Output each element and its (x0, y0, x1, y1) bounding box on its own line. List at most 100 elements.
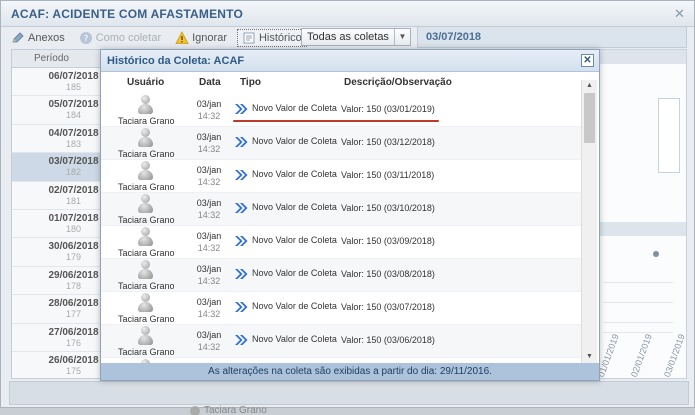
user-avatar-icon (137, 128, 153, 148)
double-chevron-right-icon (235, 236, 248, 246)
chart-gridline (603, 282, 673, 283)
row-time: 14:32 (197, 111, 221, 121)
ignorar-button[interactable]: Ignorar (171, 29, 231, 47)
period-number: 181 (65, 195, 82, 206)
row-tipo: Novo Valor de Coleta (252, 169, 337, 179)
behind-user: Taciara Grano (190, 405, 267, 415)
period-date: 04/07/2018 (48, 127, 99, 139)
period-row[interactable]: 03/07/2018 182 (12, 153, 105, 182)
period-date: 02/07/2018 (48, 184, 99, 196)
period-number: 176 (65, 337, 82, 348)
double-chevron-right-icon (235, 335, 248, 345)
row-day: 03/jan (196, 297, 222, 307)
outer-footer (9, 381, 689, 405)
row-tipo: Novo Valor de Coleta (252, 301, 337, 311)
period-date: 05/07/2018 (48, 99, 99, 111)
period-list: Período 06/07/2018 185 05/07/2018 184 04/07/… (11, 49, 106, 379)
historico-button[interactable]: Histórico (236, 29, 307, 47)
row-user: Taciara Grano (118, 347, 175, 357)
period-number: 177 (65, 309, 82, 320)
period-date: 01/07/2018 (48, 212, 99, 224)
user-avatar-icon (137, 194, 153, 214)
period-row[interactable]: 06/07/2018 185 (12, 68, 105, 97)
history-row: Taciara Grano 03/jan 14:32 Novo Valor de Co… (101, 193, 581, 226)
toolbar: Anexos ? Como coletar Ignorar Histórico (7, 28, 307, 48)
column-usuario: Usuário (127, 77, 165, 88)
row-day: 03/jan (196, 330, 222, 340)
row-description: Valor: 150 (03/07/2018) (341, 302, 435, 312)
history-row: Taciara Grano 03/jan 14:32 Novo Valor de Co… (101, 160, 581, 193)
period-number: 185 (65, 82, 82, 92)
row-time: 14:32 (197, 144, 221, 154)
double-chevron-right-icon (235, 104, 248, 114)
period-date: 27/06/2018 (48, 326, 99, 338)
period-header: Período (12, 50, 105, 68)
window-close-button[interactable]: ✕ (673, 7, 686, 21)
period-date: 29/06/2018 (48, 269, 99, 281)
row-user: Taciara Grano (118, 281, 175, 291)
chevron-down-icon: ▼ (394, 29, 410, 45)
dialog-title: Histórico da Coleta: ACAF (101, 50, 599, 72)
user-avatar-icon (137, 95, 153, 115)
period-row[interactable]: 28/06/2018 177 (12, 295, 105, 324)
chart-gridline (603, 322, 673, 323)
period-row[interactable]: 01/07/2018 180 (12, 210, 105, 239)
dialog-close-button[interactable]: ✕ (581, 54, 594, 67)
period-row[interactable]: 30/06/2018 179 (12, 238, 105, 267)
row-tipo: Novo Valor de Coleta (252, 202, 337, 212)
period-date: 03/07/2018 (48, 156, 99, 168)
row-user: Taciara Grano (118, 215, 175, 225)
row-tipo: Novo Valor de Coleta (252, 334, 337, 344)
scroll-down-icon[interactable]: ▼ (582, 351, 597, 363)
row-time: 14:32 (197, 342, 221, 352)
period-row[interactable]: 02/07/2018 181 (12, 182, 105, 210)
user-avatar-icon (137, 293, 153, 313)
user-avatar-icon (137, 161, 153, 181)
double-chevron-right-icon (235, 269, 248, 279)
period-date: 26/06/2018 (48, 354, 99, 366)
row-user: Taciara Grano (118, 182, 175, 192)
period-date: 06/07/2018 (48, 71, 99, 82)
history-table-body: Taciara Grano 03/jan 14:32 Novo Valor de Co… (101, 94, 581, 364)
period-row[interactable]: 26/06/2018 175 (12, 352, 105, 378)
anexos-label: Anexos (28, 32, 65, 44)
row-user: Taciara Grano (118, 116, 175, 126)
period-number: 178 (65, 280, 82, 291)
window-title: ACAF: ACIDENTE COM AFASTAMENTO (11, 6, 243, 21)
history-dialog: Histórico da Coleta: ACAF ✕ Usuário Data… (100, 49, 600, 381)
row-time: 14:32 (197, 210, 221, 220)
row-description: Valor: 150 (03/09/2018) (341, 236, 435, 246)
period-row[interactable]: 29/06/2018 178 (12, 267, 105, 296)
history-scrollbar[interactable]: ▲ ▼ (581, 80, 597, 363)
history-row: Taciara Grano 03/jan 14:32 Novo Valor de Co… (101, 226, 581, 259)
row-tipo: Novo Valor de Coleta (252, 103, 337, 113)
history-row: Taciara Grano 03/jan 14:32 Novo Valor de Co… (101, 292, 581, 325)
chart-axis-label: 02/01/2019 (629, 332, 654, 379)
row-day: 03/jan (196, 132, 222, 142)
row-description: Valor: 150 (03/11/2018) (341, 170, 435, 180)
double-chevron-right-icon (235, 137, 248, 147)
annotation-underline (233, 120, 439, 122)
row-tipo: Novo Valor de Coleta (252, 235, 337, 245)
double-chevron-right-icon (235, 203, 248, 213)
row-day: 03/jan (196, 264, 222, 274)
row-day: 03/jan (196, 99, 222, 109)
period-row[interactable]: 05/07/2018 184 (12, 96, 105, 125)
row-user: Taciara Grano (118, 314, 175, 324)
period-row[interactable]: 04/07/2018 183 (12, 125, 105, 154)
como-coletar-button[interactable]: ? Como coletar (75, 29, 165, 47)
anexos-button[interactable]: Anexos (7, 29, 69, 47)
row-description: Valor: 150 (03/01/2019) (341, 104, 435, 114)
row-tipo: Novo Valor de Coleta (252, 136, 337, 146)
scroll-thumb[interactable] (584, 93, 595, 143)
coletas-select[interactable]: Todas as coletas ▼ (301, 28, 411, 46)
period-number: 184 (65, 110, 82, 121)
row-time: 14:32 (197, 276, 221, 286)
period-row[interactable]: 27/06/2018 176 (12, 324, 105, 352)
period-date: 28/06/2018 (48, 298, 99, 310)
row-time: 14:32 (197, 243, 221, 253)
row-day: 03/jan (196, 198, 222, 208)
chart-axis-label: 03/01/2019 (662, 332, 687, 379)
scroll-up-icon[interactable]: ▲ (582, 80, 597, 92)
history-table-header: Usuário Data Tipo Descrição/Observação (101, 72, 581, 94)
